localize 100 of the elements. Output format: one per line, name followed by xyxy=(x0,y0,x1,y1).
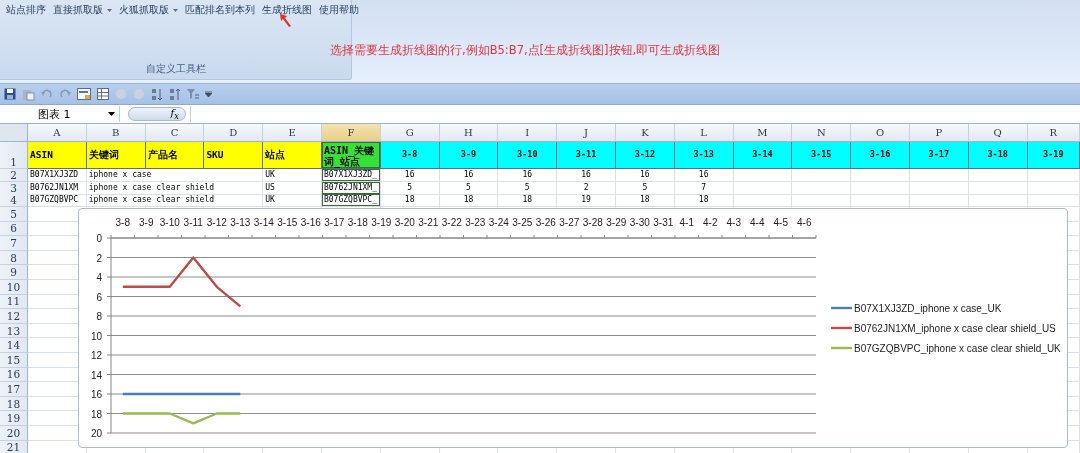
axis-label: 14 xyxy=(90,369,102,381)
column-header[interactable]: G xyxy=(380,124,440,141)
row-header[interactable]: 14 xyxy=(0,338,28,353)
column-header[interactable]: I xyxy=(498,124,558,141)
dropdown-caret-icon xyxy=(108,112,115,116)
save-icon[interactable] xyxy=(4,88,16,100)
column-header[interactable]: J xyxy=(557,124,616,141)
undo-icon[interactable] xyxy=(41,89,53,99)
row-header[interactable]: 7 xyxy=(0,236,28,251)
name-box[interactable]: 图表 1 xyxy=(0,106,120,122)
row-header[interactable]: 2 xyxy=(0,169,28,182)
column-header[interactable]: Q xyxy=(968,124,1028,141)
axis-label: 3-24 xyxy=(488,217,509,228)
axis-label: 3-18 xyxy=(347,217,368,228)
redo-icon[interactable] xyxy=(59,89,71,99)
table-cell: B0762JN1XM_ xyxy=(322,181,381,195)
axis-label: 20 xyxy=(90,428,102,439)
axis-label: 3-31 xyxy=(653,217,674,228)
row-header[interactable]: 12 xyxy=(0,309,28,324)
column-header[interactable]: B xyxy=(86,124,146,141)
table-cell xyxy=(909,194,969,208)
column-header[interactable]: L xyxy=(674,124,734,141)
table-cell: 18 xyxy=(498,194,558,208)
column-header[interactable]: D xyxy=(204,124,264,141)
table-cell: 16 xyxy=(615,169,675,182)
ribbon-button[interactable]: 使用帮助 xyxy=(317,2,361,18)
row-header[interactable]: 4 xyxy=(0,194,28,208)
table-cell xyxy=(968,181,1028,195)
column-header[interactable]: K xyxy=(615,124,675,141)
paste-icon[interactable] xyxy=(22,87,35,101)
table-cell xyxy=(792,181,852,195)
table-cell: 2 xyxy=(557,181,616,195)
axis-label: 3-30 xyxy=(629,217,650,228)
dropdown-caret-icon[interactable] xyxy=(205,91,212,97)
table-cell xyxy=(851,181,910,195)
row-header[interactable]: 9 xyxy=(0,265,28,281)
axis-label: 3-26 xyxy=(535,217,556,228)
axis-label: 12 xyxy=(90,350,102,361)
axis-label: 3-8 xyxy=(115,217,130,228)
row-header[interactable]: 5 xyxy=(0,207,28,222)
circle-icon[interactable] xyxy=(115,88,127,100)
table-header-cell: 站点 xyxy=(263,142,322,169)
filter-icon[interactable] xyxy=(187,88,199,100)
axis-label: 3-28 xyxy=(582,217,603,228)
column-header[interactable]: H xyxy=(439,124,499,141)
chart-area[interactable] xyxy=(78,208,1068,448)
sort-descending-icon[interactable] xyxy=(169,87,181,101)
table-cell: 5 xyxy=(380,181,440,195)
table-cell xyxy=(968,194,1028,208)
row-header[interactable]: 19 xyxy=(0,411,28,426)
row-header[interactable]: 17 xyxy=(0,382,28,397)
axis-label: 3-27 xyxy=(559,217,580,228)
ribbon-button[interactable]: 生成折线图 xyxy=(260,2,314,18)
column-header[interactable]: E xyxy=(263,124,322,141)
table-cell: 5 xyxy=(615,181,675,195)
axis-label: 3-23 xyxy=(465,217,486,228)
axis-label: 0 xyxy=(96,233,102,244)
ribbon-button[interactable]: 直接抓取版 xyxy=(51,2,114,18)
table-cell: 5 xyxy=(439,181,499,195)
column-header[interactable]: A xyxy=(28,124,87,141)
axis-label: 16 xyxy=(90,389,102,400)
table-cell: iphone x case clear shield xyxy=(86,194,264,208)
table-icon[interactable] xyxy=(97,88,109,100)
column-header[interactable]: C xyxy=(145,124,205,141)
table-cell xyxy=(1027,194,1080,208)
table-cell: UK xyxy=(263,194,322,208)
column-header[interactable]: R xyxy=(1027,124,1080,141)
table-header-cell: 3-10 xyxy=(498,142,558,169)
column-header[interactable]: P xyxy=(909,124,969,141)
table-cell xyxy=(792,194,852,208)
axis-label: 3-13 xyxy=(230,217,251,228)
table-cell: UK xyxy=(263,169,322,182)
column-header[interactable]: O xyxy=(851,124,910,141)
table-header-cell: 3-13 xyxy=(674,142,734,169)
ribbon-button[interactable]: 火狐抓取版 xyxy=(117,2,180,18)
table-header-cell: 3-15 xyxy=(792,142,852,169)
column-header[interactable]: M xyxy=(733,124,793,141)
legend-label: B07X1XJ3ZD_iphone x case_UK xyxy=(854,303,1002,314)
axis-label: 6 xyxy=(96,291,102,303)
row-header[interactable]: 10 xyxy=(0,280,28,295)
ribbon-button[interactable]: 站点排序 xyxy=(4,2,48,18)
row-header[interactable]: 15 xyxy=(0,353,28,368)
row-header[interactable]: 1 xyxy=(0,142,28,169)
select-all-button[interactable] xyxy=(0,124,28,141)
ribbon-button[interactable]: 匹配排名到本列 xyxy=(183,2,257,18)
axis-label: 3-19 xyxy=(371,217,392,228)
table-header-cell: ASIN xyxy=(28,142,87,169)
insert-function-button[interactable]: f$_{x}$ xyxy=(128,107,186,121)
form-icon[interactable] xyxy=(77,88,91,100)
table-cell: 18 xyxy=(380,194,440,208)
circle-icon[interactable] xyxy=(133,88,145,100)
axis-label: 2 xyxy=(96,252,102,264)
table-cell: US xyxy=(263,181,322,195)
axis-label: 3-17 xyxy=(324,217,345,228)
table-cell: 18 xyxy=(439,194,499,208)
table-header-cell: 3-9 xyxy=(439,142,499,169)
axis-label: 3-15 xyxy=(277,217,298,228)
column-header[interactable]: F xyxy=(322,124,381,141)
sort-ascending-icon[interactable] xyxy=(151,87,163,101)
column-header[interactable]: N xyxy=(792,124,852,141)
